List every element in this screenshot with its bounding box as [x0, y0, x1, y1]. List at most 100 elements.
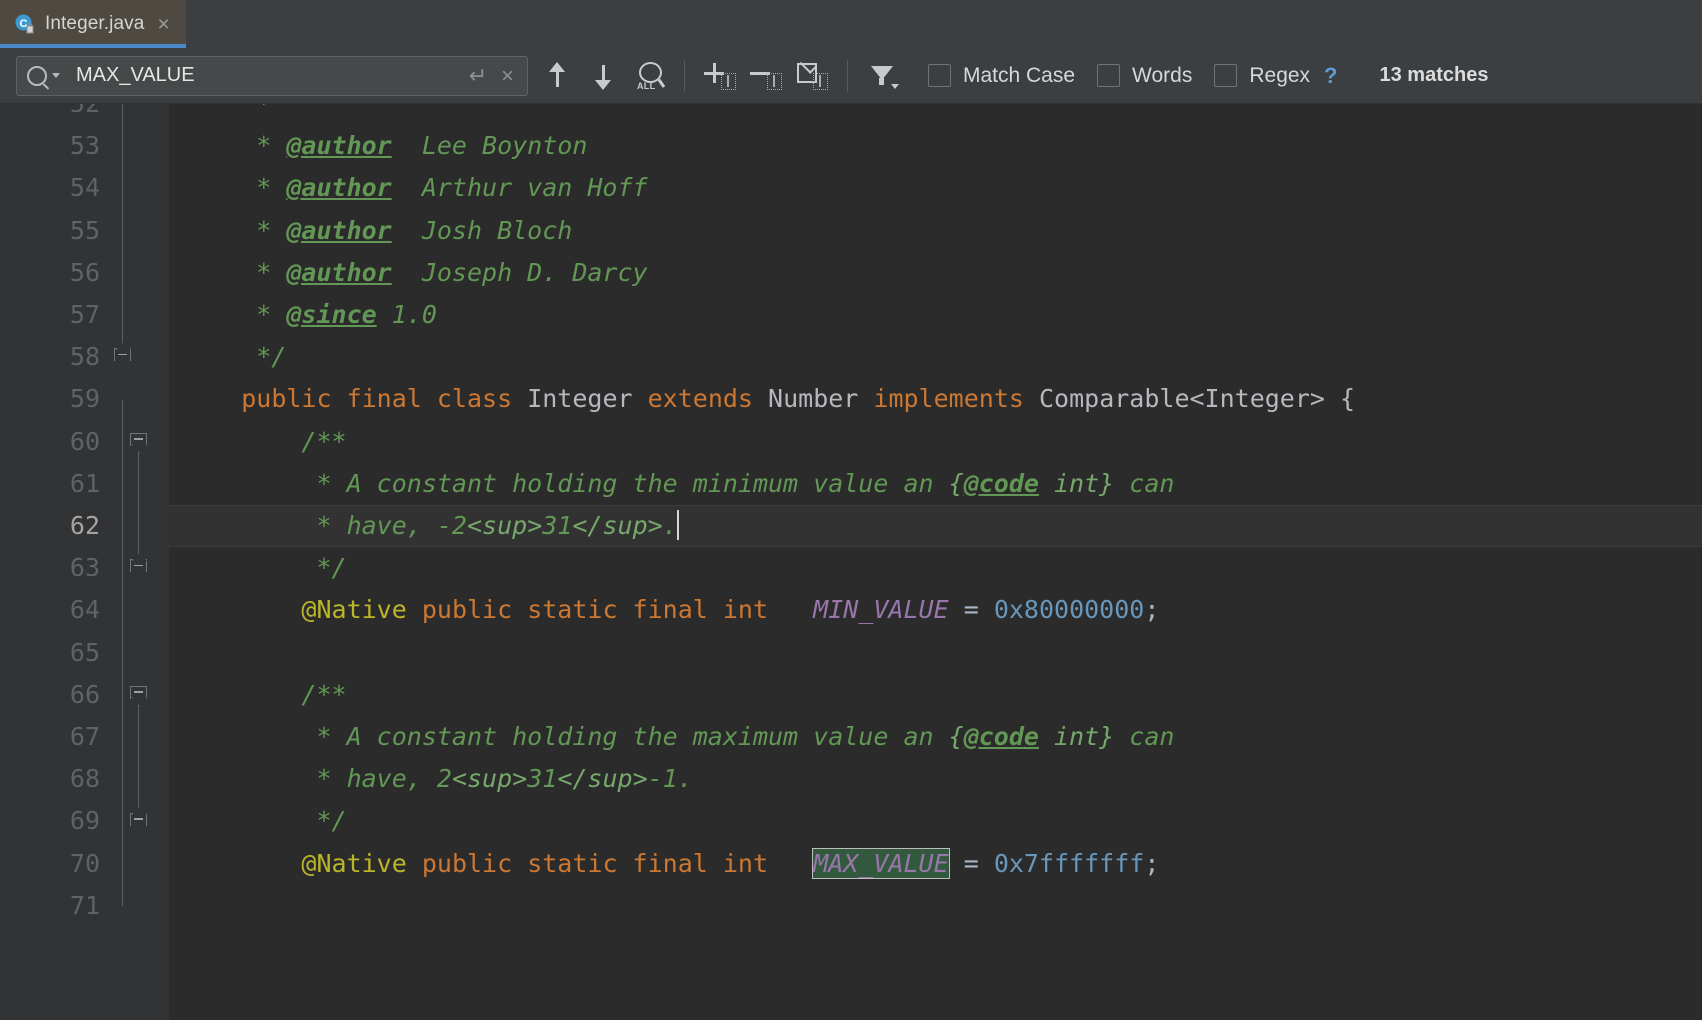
- code-token: @Native: [301, 595, 422, 625]
- code-token: 31: [527, 764, 558, 794]
- code-line-content[interactable]: @Native public static final int MAX_VALU…: [169, 843, 1159, 885]
- words-checkbox-box[interactable]: [1097, 64, 1121, 87]
- code-line[interactable]: */: [169, 547, 1702, 589]
- code-line[interactable]: * @author Arthur van Hoff: [169, 167, 1702, 209]
- search-input[interactable]: MAX_VALUE ↵ ×: [16, 55, 528, 96]
- ide-window: C Integer.java × MAX_VALUE ↵ × ALL Match…: [0, 0, 1702, 1020]
- remove-selection-button[interactable]: [743, 56, 789, 96]
- chevron-down-icon[interactable]: [52, 73, 60, 78]
- code-lines-area[interactable]: * * @author Lee Boynton * @author Arthur…: [169, 104, 1702, 1020]
- code-line-content[interactable]: public final class Integer extends Numbe…: [169, 378, 1355, 420]
- code-editor[interactable]: 52 53 54 55 56 57 58 59 60 61 62 63 64 65 66 67 68 69 70 71…: [0, 104, 1702, 1020]
- find-toolbar: MAX_VALUE ↵ × ALL Match Case Words Regex…: [0, 48, 1702, 104]
- code-token: Integer: [527, 384, 648, 414]
- fold-region-rail: [122, 104, 123, 358]
- toolbar-separator-2: [847, 59, 848, 92]
- line-number: 64: [69, 595, 100, 625]
- fold-region-rail: [138, 694, 139, 822]
- select-all-icon-label: ALL: [637, 80, 656, 91]
- code-line-content[interactable]: * A constant holding the minimum value a…: [169, 463, 1174, 505]
- code-line[interactable]: * have, 2<sup>31</sup>-1.: [169, 758, 1702, 800]
- code-line[interactable]: * @author Josh Bloch: [169, 210, 1702, 252]
- code-token: Arthur van Hoff: [391, 173, 648, 203]
- fold-region-end-marker[interactable]: [130, 553, 149, 578]
- code-line[interactable]: @Native public static final int MIN_VALU…: [169, 589, 1702, 631]
- code-line[interactable]: /**: [169, 674, 1702, 716]
- find-next-button[interactable]: [580, 56, 626, 96]
- code-line[interactable]: * @author Lee Boynton: [169, 125, 1702, 167]
- code-line-content[interactable]: * A constant holding the maximum value a…: [169, 716, 1174, 758]
- code-line-content[interactable]: * have, -2<sup>31</sup>.: [169, 505, 679, 547]
- code-line-content[interactable]: /**: [169, 674, 346, 716]
- code-line-content[interactable]: * @author Joseph D. Darcy: [169, 252, 647, 294]
- code-token: @code: [963, 722, 1039, 751]
- regex-checkbox-box[interactable]: [1214, 64, 1238, 87]
- line-number: 67: [69, 722, 100, 751]
- code-line-content[interactable]: * @author Josh Bloch: [169, 210, 572, 252]
- code-token: * A constant holding the maximum value a…: [181, 722, 949, 751]
- code-line-content[interactable]: * @author Lee Boynton: [169, 125, 587, 167]
- code-line[interactable]: */: [169, 800, 1702, 842]
- code-line-content[interactable]: @Native public static final int MIN_VALU…: [169, 589, 1159, 631]
- fold-region-end-marker[interactable]: [130, 806, 149, 832]
- clear-search-icon[interactable]: ×: [494, 64, 521, 87]
- regex-checkbox[interactable]: Regex: [1214, 64, 1310, 88]
- editor-gutter[interactable]: 52 53 54 55 56 57 58 59 60 61 62 63 64 65 66 67 68 69 70 71: [0, 104, 169, 1020]
- code-token: int}: [1038, 468, 1115, 498]
- match-case-checkbox-box[interactable]: [928, 64, 951, 87]
- code-token: <sup>: [451, 764, 528, 794]
- search-input-value[interactable]: MAX_VALUE: [76, 64, 462, 87]
- line-number: 69: [69, 806, 100, 836]
- code-token: @since: [286, 300, 377, 329]
- code-line[interactable]: * @since 1.0: [169, 294, 1702, 336]
- close-icon[interactable]: ×: [157, 14, 169, 35]
- code-token: @code: [963, 468, 1039, 498]
- code-line-content[interactable]: */: [169, 547, 346, 589]
- code-line-content[interactable]: */: [169, 336, 286, 378]
- editor-tab-integer-java[interactable]: C Integer.java ×: [0, 0, 186, 48]
- fold-region-start-marker[interactable]: [130, 432, 149, 453]
- code-line-content[interactable]: *: [169, 104, 286, 125]
- code-line[interactable]: [169, 885, 1702, 927]
- code-token: @author: [286, 215, 392, 245]
- line-number: 68: [69, 764, 100, 794]
- select-all-carets-icon: [796, 62, 828, 90]
- code-line[interactable]: *: [169, 104, 1702, 125]
- code-token: /**: [181, 426, 347, 456]
- words-checkbox[interactable]: Words: [1097, 64, 1192, 88]
- search-icon[interactable]: [27, 65, 60, 86]
- code-line-content[interactable]: * have, 2<sup>31</sup>-1.: [169, 758, 692, 800]
- arrow-down-icon: [592, 63, 614, 90]
- select-all-carets-button[interactable]: [789, 56, 835, 96]
- match-case-checkbox[interactable]: Match Case: [928, 64, 1075, 88]
- code-line[interactable]: * A constant holding the maximum value a…: [169, 716, 1702, 758]
- code-token: ;: [1144, 848, 1160, 878]
- line-number: 66: [69, 679, 100, 709]
- code-line-content[interactable]: /**: [169, 421, 347, 463]
- code-line[interactable]: */: [169, 336, 1702, 378]
- code-token: 1.0: [376, 300, 437, 329]
- code-line[interactable]: /**: [169, 421, 1702, 463]
- filter-button[interactable]: [860, 56, 906, 96]
- new-line-icon[interactable]: ↵: [462, 64, 494, 87]
- find-previous-button[interactable]: [534, 56, 580, 96]
- code-line[interactable]: * A constant holding the minimum value a…: [169, 463, 1702, 505]
- fold-region-end-marker[interactable]: [114, 342, 133, 367]
- code-token: * have, 2: [181, 764, 452, 794]
- add-selection-button[interactable]: [697, 56, 743, 96]
- code-line[interactable]: [169, 632, 1702, 674]
- select-all-occurrences-button[interactable]: ALL: [626, 56, 672, 96]
- fold-region-start-marker[interactable]: [130, 685, 149, 706]
- code-line[interactable]: * @author Joseph D. Darcy: [169, 252, 1702, 294]
- code-line-content[interactable]: * @author Arthur van Hoff: [169, 167, 648, 209]
- words-label: Words: [1132, 63, 1193, 87]
- code-line[interactable]: public final class Integer extends Numbe…: [169, 378, 1702, 420]
- code-line[interactable]: @Native public static final int MAX_VALU…: [169, 843, 1702, 885]
- code-token: ;: [1144, 595, 1160, 625]
- code-line-content[interactable]: * @since 1.0: [169, 294, 437, 336]
- code-line-content[interactable]: */: [169, 800, 346, 842]
- help-icon[interactable]: ?: [1324, 63, 1337, 89]
- filter-funnel-icon: [870, 63, 899, 89]
- code-line[interactable]: * have, -2<sup>31</sup>.: [169, 505, 1702, 548]
